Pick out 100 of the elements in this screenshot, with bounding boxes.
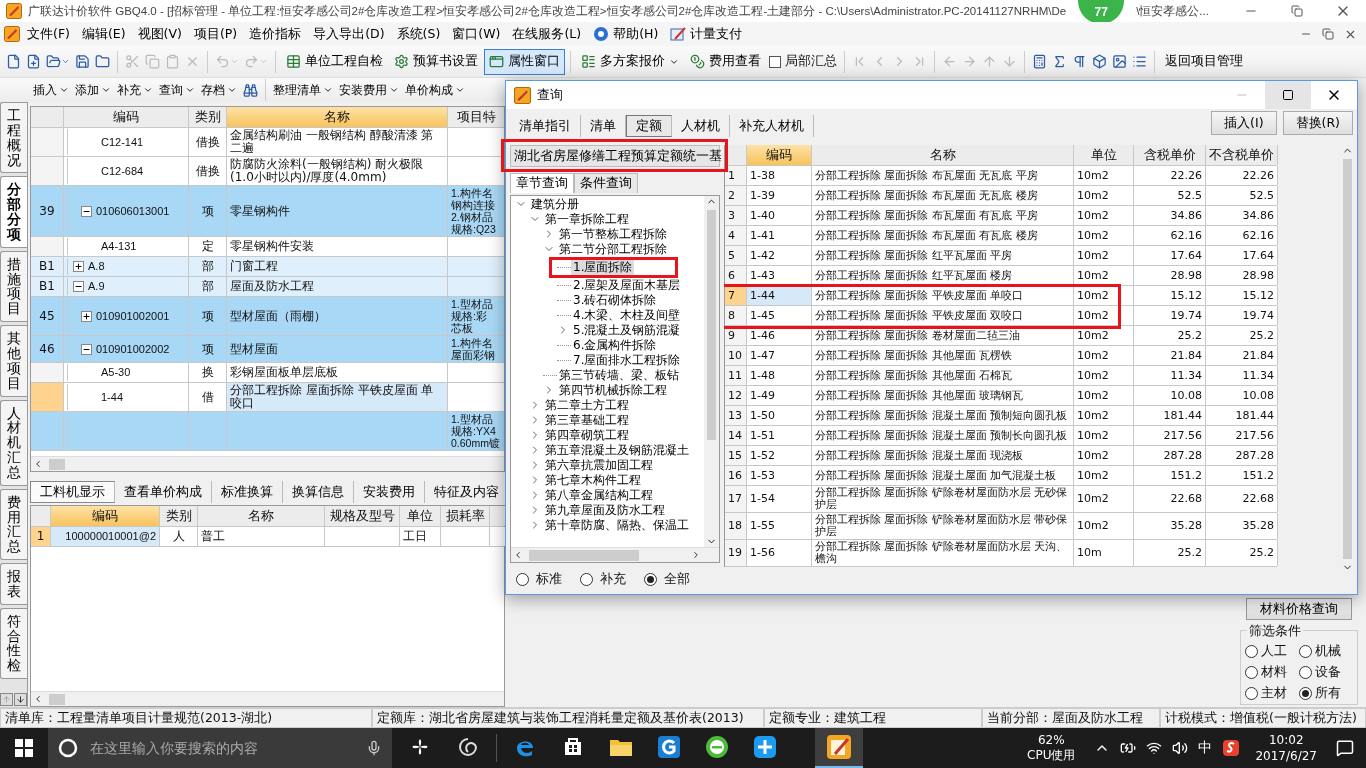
column-header[interactable]: 不含税单价 (1206, 145, 1278, 165)
toolbar-button[interactable]: 安装费用 (336, 81, 402, 99)
toolbar-button[interactable]: 补充 (114, 81, 156, 99)
menu-item[interactable]: 编辑(E) (76, 23, 131, 45)
tree-item[interactable]: 第二节分部工程拆除 (557, 241, 669, 257)
tree-item[interactable]: 第八章金属结构工程 (543, 487, 655, 503)
tree-item[interactable]: 建筑分册 (529, 196, 581, 212)
column-header[interactable]: 单位 (400, 506, 441, 526)
tree-item[interactable]: 4.木梁、木柱及间壁 (571, 307, 683, 323)
tree-item[interactable]: 第一章拆除工程 (543, 211, 631, 227)
tree-item[interactable]: 3.砖石砌体拆除 (571, 292, 659, 308)
row-number: 18 (725, 513, 747, 539)
tab[interactable]: 章节查询 (510, 173, 574, 193)
tab[interactable]: 换算信息 (283, 481, 354, 503)
tree-item[interactable]: 第五章混凝土及钢筋混凝土 (543, 442, 691, 458)
tree-item[interactable]: 第九章屋面及防水工程 (543, 502, 667, 518)
tree-item[interactable]: 5.混凝土及钢筋混凝 (571, 322, 683, 338)
column-header[interactable]: 损耗率 (441, 506, 490, 526)
tree-item[interactable]: 2.屋架及屋面木基层 (571, 277, 683, 293)
side-tab[interactable]: 其他项目 (0, 325, 27, 397)
menu-item[interactable]: 视图(V) (132, 23, 187, 45)
tree-item[interactable]: 第三章基础工程 (543, 412, 631, 428)
column-header[interactable]: 编码 (747, 145, 812, 165)
toolbar-button[interactable]: 查询 (156, 81, 198, 99)
column-header[interactable]: 单位 (1074, 145, 1134, 165)
input-method-button[interactable]: 中 (1193, 728, 1218, 768)
search-box[interactable]: 在这里输入你要搜索的内容 (48, 728, 392, 768)
tree-item[interactable]: 第六章抗震加固工程 (543, 457, 655, 473)
table-cell: 分部工程拆除 屋面拆除 其他屋面 玻璃钢瓦 (812, 386, 1074, 405)
column-header[interactable]: 编码 (64, 107, 189, 127)
tab[interactable]: 补充人材机 (730, 115, 814, 137)
price-query-button[interactable]: 材料价格查询 (1246, 598, 1352, 620)
tree-item[interactable]: 第一节整栋工程拆除 (557, 226, 669, 242)
tree-item[interactable]: 第四节机械拆除工程 (557, 382, 669, 398)
row-number: 12 (725, 386, 747, 405)
tab[interactable]: 查看单价构成 (115, 481, 212, 503)
side-tab[interactable]: 符合性检 (0, 607, 27, 680)
table-cell: 分部工程拆除 屋面拆除 混凝土屋面 预制长向圆孔板 (812, 426, 1074, 445)
toolbar-button[interactable]: 多方案报价 (576, 48, 684, 75)
menu-item[interactable]: 帮助(H) (588, 23, 664, 45)
menu-item[interactable]: 文件(F) (22, 23, 75, 45)
row-number: 10 (725, 346, 747, 365)
action-button[interactable]: 替换(R) (1282, 111, 1353, 135)
toolbar-button[interactable]: 整理清单 (270, 81, 336, 99)
status-text: 定额库：湖北省房屋建筑与装饰工程消耗量定额及基价表(2013) (372, 708, 764, 728)
menu-item[interactable]: 在线服务(L) (507, 23, 587, 45)
toolbar-button[interactable]: 预算书设置 (389, 48, 483, 75)
side-tab[interactable]: 分部分项 (0, 176, 27, 248)
column-header[interactable]: 名称 (812, 145, 1074, 165)
tree-item[interactable]: 第七章木构件工程 (543, 472, 643, 488)
side-tab[interactable]: 报表 (0, 563, 27, 605)
tab[interactable]: 定额 (626, 115, 672, 137)
tree-item[interactable]: 6.金属构件拆除 (571, 337, 659, 353)
tab[interactable]: 工料机显示 (30, 481, 115, 503)
column-header[interactable]: 类别 (189, 107, 227, 127)
column-header[interactable]: 编码 (51, 506, 160, 526)
toolbar-button[interactable]: 添加 (72, 81, 114, 99)
menu-item[interactable]: 项目(P) (188, 23, 243, 45)
clock[interactable]: 10:02 2017/6/27 (1255, 732, 1317, 764)
side-tab[interactable]: 工程概况 (0, 102, 27, 174)
toolbar-button[interactable]: 插入 (30, 81, 72, 99)
status-text: 当前分部：屋面及防水工程 (982, 708, 1160, 728)
toolbar-button[interactable]: 属性窗口 (484, 48, 565, 75)
side-tab[interactable]: 人材机汇总 (0, 399, 27, 486)
row-number: B1 (31, 277, 64, 296)
tab[interactable]: 标准换算 (212, 481, 283, 503)
search-field[interactable]: 在这里输入你要搜索的内容 (88, 739, 356, 757)
toolbar-button[interactable]: 单位工程自检 (281, 48, 388, 75)
menu-item[interactable]: 系统(S) (391, 23, 446, 45)
column-header[interactable]: 项目特 (448, 107, 504, 127)
toolbar-button[interactable]: 返回项目管理 (1160, 48, 1248, 75)
menu-item[interactable]: 计量支付 (665, 23, 748, 45)
tab[interactable]: 人材机 (672, 115, 730, 137)
toolbar-button[interactable]: 单价构成 (402, 81, 468, 99)
table-cell: 部 (189, 257, 227, 276)
library-dropdown[interactable]: 湖北省房屋修缮工程预算定额统一基 (510, 145, 720, 167)
column-header[interactable]: 含税单价 (1134, 145, 1206, 165)
column-header[interactable]: 名称 (198, 506, 325, 526)
tree-item[interactable]: 第十章防腐、隔热、保温工 (543, 517, 691, 533)
tree-item[interactable]: 7.屋面排水工程拆除 (571, 352, 683, 368)
toolbar-button[interactable]: 存档 (198, 81, 240, 99)
column-header[interactable]: 名称 (227, 107, 448, 127)
code-text: C12-684 (101, 164, 144, 178)
menu-item[interactable]: 窗口(W) (447, 23, 506, 45)
checkbox-label: 局部汇总 (785, 53, 837, 70)
tab[interactable]: 条件查询 (574, 173, 638, 193)
tab[interactable]: 清单指引 (510, 115, 581, 137)
tree-item[interactable]: 第四章砌筑工程 (543, 427, 631, 443)
column-header[interactable]: 规格及型号 (325, 506, 400, 526)
tree-item[interactable]: 第三节砖墙、梁、板钻 (557, 367, 681, 383)
side-tab[interactable]: 措施项目 (0, 250, 27, 323)
toolbar-button[interactable]: 费用查看 (685, 48, 766, 75)
action-button[interactable]: 插入(I) (1211, 111, 1277, 135)
menu-item[interactable]: 导入导出(D) (308, 23, 390, 45)
row-number: 15 (725, 446, 747, 465)
tree-item[interactable]: 第二章土方工程 (543, 397, 631, 413)
column-header[interactable]: 类别 (160, 506, 198, 526)
tab[interactable]: 安装费用 (354, 481, 425, 503)
side-tab[interactable]: 费用汇总 (0, 488, 27, 561)
menu-item[interactable]: 造价指标 (244, 23, 307, 45)
